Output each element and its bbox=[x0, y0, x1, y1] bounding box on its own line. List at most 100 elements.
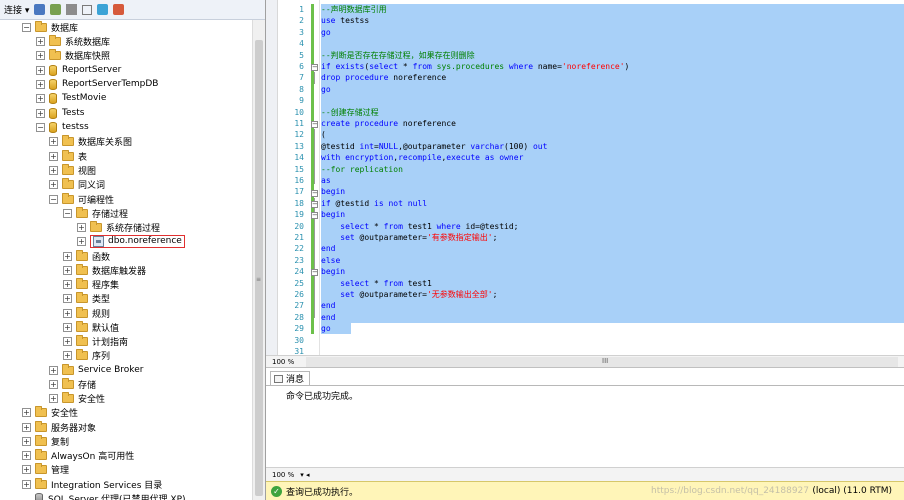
scrollbar-thumb[interactable] bbox=[255, 40, 263, 496]
disconnect-icon[interactable] bbox=[50, 4, 62, 15]
tree-node-assemblies[interactable]: + 程序集 bbox=[63, 277, 119, 291]
tree-node-database-snapshots[interactable]: + 数据库快照 bbox=[36, 48, 110, 62]
tree-node-dbo-noreference[interactable]: + dbo.noreference bbox=[77, 234, 185, 248]
tree-node-system-stored-procedures[interactable]: + 系统存储过程 bbox=[77, 220, 160, 234]
expand-expander[interactable]: + bbox=[22, 479, 31, 489]
tree-node-security[interactable]: + 安全性 bbox=[22, 405, 78, 419]
object-explorer-tree: − 数据库 + 系统数据库 + 数据库快照 + ReportServer + Report… bbox=[0, 20, 252, 500]
tree-node-label: 默认值 bbox=[92, 323, 120, 334]
tree-node-alwayson[interactable]: + AlwaysOn 高可用性 bbox=[22, 448, 134, 462]
editor-zoom-select[interactable]: 100 % bbox=[266, 358, 306, 366]
results-zoom-select[interactable]: 100 % bbox=[272, 471, 294, 479]
expand-expander[interactable]: + bbox=[36, 65, 45, 75]
agent-icon bbox=[35, 492, 43, 500]
tree-node-reportserver[interactable]: + ReportServer bbox=[36, 63, 121, 77]
tree-node-types[interactable]: + 类型 bbox=[63, 291, 110, 305]
expand-expander[interactable]: + bbox=[36, 79, 45, 89]
tree-node-synonyms[interactable]: + 同义词 bbox=[49, 177, 105, 191]
collapse-expander[interactable]: − bbox=[36, 122, 45, 132]
tree-node-service-broker[interactable]: + Service Broker bbox=[49, 363, 143, 377]
tree-node-testmovie[interactable]: + TestMovie bbox=[36, 91, 106, 105]
activity-monitor-icon[interactable] bbox=[113, 4, 125, 15]
fold-toggle-icon[interactable]: − bbox=[311, 64, 318, 71]
fold-toggle-icon[interactable]: − bbox=[311, 121, 318, 128]
stop-icon[interactable] bbox=[66, 4, 78, 15]
refresh-icon[interactable] bbox=[97, 4, 109, 15]
tree-node-stored-procedures[interactable]: − 存储过程 bbox=[63, 206, 128, 220]
expand-expander[interactable]: + bbox=[36, 36, 45, 46]
tree-node-database-triggers[interactable]: + 数据库触发器 bbox=[63, 263, 146, 277]
tree-node-testss[interactable]: − testss bbox=[36, 120, 89, 134]
folder-icon bbox=[62, 134, 74, 146]
filter-icon[interactable] bbox=[82, 4, 93, 15]
expand-expander[interactable]: + bbox=[49, 379, 58, 389]
line-number: 21 bbox=[294, 233, 304, 242]
expand-expander[interactable]: + bbox=[77, 222, 86, 232]
expand-expander[interactable]: + bbox=[22, 407, 31, 417]
tree-node-views[interactable]: + 视图 bbox=[49, 163, 96, 177]
tree-node-sequences[interactable]: + 序列 bbox=[63, 348, 110, 362]
fold-toggle-icon[interactable]: − bbox=[311, 269, 318, 276]
tree-node-reportservertempdb[interactable]: + ReportServerTempDB bbox=[36, 77, 158, 91]
collapse-expander[interactable]: − bbox=[49, 194, 58, 204]
object-explorer-scrollbar[interactable]: ≡ bbox=[252, 20, 265, 500]
tree-node-db-security[interactable]: + 安全性 bbox=[49, 391, 105, 405]
line-number: 2 bbox=[299, 16, 304, 26]
tree-node-defaults[interactable]: + 默认值 bbox=[63, 320, 119, 334]
line-number: 7 bbox=[299, 73, 304, 83]
collapse-expander[interactable]: − bbox=[63, 208, 72, 218]
expand-expander[interactable]: + bbox=[22, 450, 31, 460]
tab-messages[interactable]: 消息 bbox=[270, 371, 311, 385]
tree-node-system-databases[interactable]: + 系统数据库 bbox=[36, 34, 110, 48]
expand-expander[interactable]: + bbox=[22, 436, 31, 446]
expand-expander[interactable]: + bbox=[49, 151, 58, 161]
tree-node-replication[interactable]: + 复制 bbox=[22, 434, 69, 448]
fold-toggle-icon[interactable]: − bbox=[311, 201, 318, 208]
expand-expander[interactable]: + bbox=[49, 136, 58, 146]
expand-expander[interactable]: + bbox=[49, 179, 58, 189]
expand-expander[interactable]: + bbox=[63, 251, 72, 261]
tree-node-server-objects[interactable]: + 服务器对象 bbox=[22, 420, 96, 434]
connect-object-explorer-icon[interactable] bbox=[34, 4, 46, 15]
fold-toggle-icon[interactable]: − bbox=[311, 190, 318, 197]
tree-node-programmability[interactable]: − 可编程性 bbox=[49, 192, 114, 206]
expand-expander[interactable]: + bbox=[36, 108, 45, 118]
expand-expander[interactable]: + bbox=[63, 265, 72, 275]
connect-button[interactable]: 连接 ▾ bbox=[4, 3, 29, 16]
tree-node-functions[interactable]: + 函数 bbox=[63, 249, 110, 263]
tree-node-sql-server-agent[interactable]: SQL Server 代理(已禁用代理 XP) bbox=[35, 491, 186, 500]
zoom-dropdown-icon[interactable]: ▾ ◂ bbox=[300, 471, 309, 479]
watermark: https://blog.csdn.net/qq_24188927 bbox=[651, 486, 810, 496]
tree-node-tests[interactable]: + Tests bbox=[36, 106, 84, 120]
folder-icon bbox=[76, 291, 88, 303]
expand-expander[interactable]: + bbox=[36, 50, 45, 60]
expand-expander[interactable]: + bbox=[63, 293, 72, 303]
tree-node-databases[interactable]: − 数据库 bbox=[22, 20, 78, 34]
fold-toggle-icon[interactable]: − bbox=[311, 212, 318, 219]
expand-expander[interactable]: + bbox=[49, 393, 58, 403]
expand-expander[interactable]: + bbox=[63, 279, 72, 289]
tree-node-tables[interactable]: + 表 bbox=[49, 149, 87, 163]
expand-expander[interactable]: + bbox=[77, 236, 86, 246]
expand-expander[interactable]: + bbox=[63, 322, 72, 332]
tree-node-database-diagrams[interactable]: + 数据库关系图 bbox=[49, 134, 132, 148]
tree-node-storage[interactable]: + 存储 bbox=[49, 377, 96, 391]
code-line: if exists(select * from sys.procedures w… bbox=[321, 62, 630, 71]
code-area[interactable]: --声明数据库引用 use testss go --判断是否存在存储过程，如果存在则删… bbox=[321, 0, 904, 355]
code-line: with encryption,recompile,execute as own… bbox=[321, 153, 524, 163]
tree-node-integration-services[interactable]: + Integration Services 目录 bbox=[22, 477, 162, 491]
expand-expander[interactable]: + bbox=[22, 464, 31, 474]
collapse-expander[interactable]: − bbox=[22, 22, 31, 32]
query-editor[interactable]: 1 2 3 4 5 6 7 8 9 10 11 12 13 14 15 16 17 18 19 20 21 22 23 24 2… bbox=[266, 0, 904, 356]
expand-expander[interactable]: + bbox=[63, 308, 72, 318]
expand-expander[interactable]: + bbox=[22, 422, 31, 432]
expand-expander[interactable]: + bbox=[49, 365, 58, 375]
expand-expander[interactable]: + bbox=[63, 350, 72, 360]
tree-node-management[interactable]: + 管理 bbox=[22, 462, 69, 476]
tree-node-plan-guides[interactable]: + 计划指南 bbox=[63, 334, 128, 348]
expand-expander[interactable]: + bbox=[36, 93, 45, 103]
editor-horizontal-scrollbar[interactable]: III bbox=[306, 356, 898, 367]
expand-expander[interactable]: + bbox=[63, 336, 72, 346]
tree-node-rules[interactable]: + 规则 bbox=[63, 306, 110, 320]
expand-expander[interactable]: + bbox=[49, 165, 58, 175]
